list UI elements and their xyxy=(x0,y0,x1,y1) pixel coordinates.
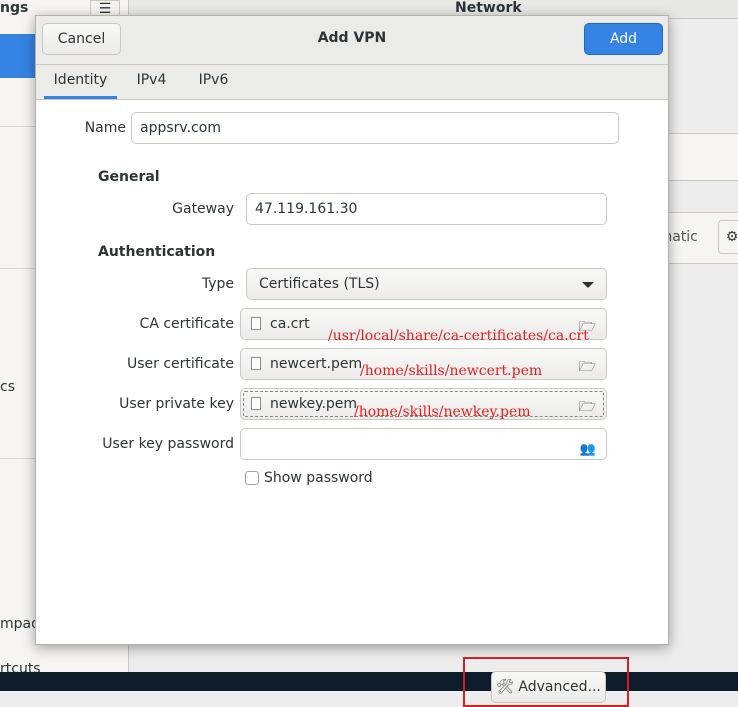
type-dropdown[interactable]: Certificates (TLS) xyxy=(246,268,607,300)
user-private-key-filename: newkey.pem xyxy=(270,396,358,412)
key-path-annotation: /home/skills/newkey.pem xyxy=(354,404,531,420)
network-card xyxy=(668,133,738,181)
user-certificate-label: User certificate xyxy=(126,356,234,372)
sidebar-title: ngs xyxy=(0,0,29,16)
ca-certificate-label: CA certificate xyxy=(139,316,234,332)
file-icon xyxy=(251,317,261,330)
file-icon xyxy=(251,357,261,370)
user-key-password-field[interactable]: 👥 xyxy=(240,428,607,460)
user-key-password-label: User key password xyxy=(102,436,234,452)
show-password-label: Show password xyxy=(264,470,373,486)
user-private-key-label: User private key xyxy=(119,396,234,412)
type-dropdown-value: Certificates (TLS) xyxy=(259,276,380,292)
password-storage-icon[interactable]: 👥 xyxy=(580,435,596,465)
name-label: Name xyxy=(84,120,126,136)
add-vpn-dialog: Cancel Add VPN Add Identity IPv4 IPv6 Na… xyxy=(35,15,669,707)
tab-identity[interactable]: Identity xyxy=(44,65,117,99)
gateway-label: Gateway xyxy=(172,201,234,217)
show-password-checkbox[interactable] xyxy=(245,471,259,485)
sidebar-item-partial[interactable]: mpad xyxy=(0,616,40,632)
tools-icon: 🛠 xyxy=(496,679,514,695)
gear-icon[interactable]: ⚙ xyxy=(718,220,738,254)
dialog-headerbar: Cancel Add VPN Add xyxy=(36,16,668,65)
name-field[interactable]: appsrv.com xyxy=(131,112,619,144)
cert-path-annotation: /home/skills/newcert.pem xyxy=(360,363,543,379)
file-icon xyxy=(251,397,261,410)
identity-page: Name appsrv.com General Gateway 47.119.1… xyxy=(36,100,668,707)
advanced-button[interactable]: 🛠 Advanced... xyxy=(491,671,606,703)
add-button[interactable]: Add xyxy=(584,23,663,55)
tab-ipv4[interactable]: IPv4 xyxy=(124,65,179,99)
authentication-heading: Authentication xyxy=(98,244,216,260)
dialog-title: Add VPN xyxy=(317,30,387,46)
tab-ipv6[interactable]: IPv6 xyxy=(186,65,241,99)
advanced-button-label: Advanced... xyxy=(518,679,601,695)
type-label: Type xyxy=(201,276,234,292)
tab-bar: Identity IPv4 IPv6 xyxy=(36,65,668,100)
gateway-field[interactable]: 47.119.161.30 xyxy=(246,193,607,225)
ca-certificate-filename: ca.crt xyxy=(270,316,310,332)
general-heading: General xyxy=(98,169,160,185)
open-folder-icon: 🗁 xyxy=(578,399,596,415)
user-certificate-filename: newcert.pem xyxy=(270,356,363,372)
open-folder-icon: 🗁 xyxy=(578,359,596,375)
sidebar-item-partial[interactable]: cs xyxy=(0,379,15,395)
network-page-title: Network xyxy=(455,0,522,16)
chevron-down-icon xyxy=(582,282,594,288)
ca-path-annotation: /usr/local/share/ca-certificates/ca.crt xyxy=(328,328,589,344)
